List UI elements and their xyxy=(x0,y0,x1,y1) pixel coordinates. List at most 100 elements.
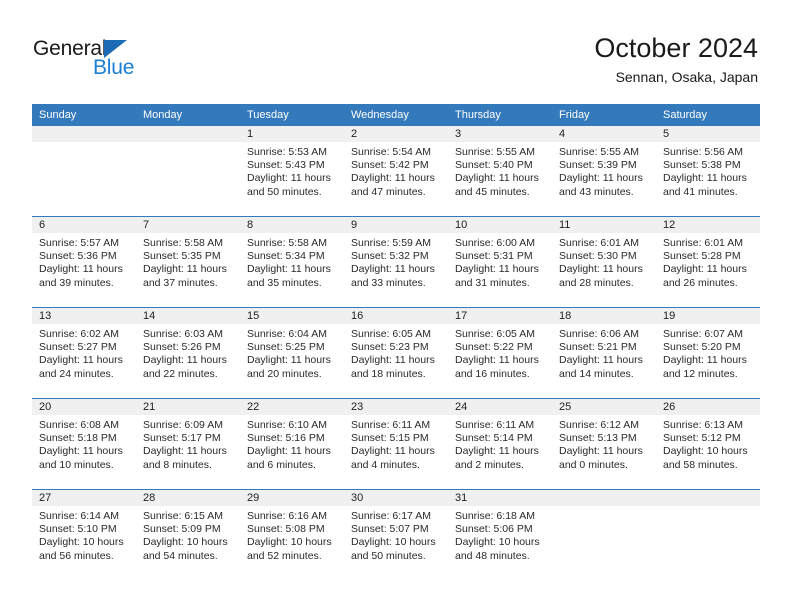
day-cell-5[interactable]: Sunrise: 5:56 AM Sunset: 5:38 PM Daylight:… xyxy=(656,142,760,216)
day-cell-6[interactable]: Sunrise: 5:57 AM Sunset: 5:36 PM Daylight:… xyxy=(32,233,136,307)
day-cell-23[interactable]: Sunrise: 6:11 AM Sunset: 5:15 PM Daylight:… xyxy=(344,415,448,489)
day-detail-line: Sunset: 5:23 PM xyxy=(351,341,429,354)
day-detail-line: Sunrise: 6:08 AM xyxy=(39,419,119,431)
day-number-28[interactable]: 28 xyxy=(136,490,240,506)
day-cell-16[interactable]: Sunrise: 6:05 AM Sunset: 5:23 PM Daylight:… xyxy=(344,324,448,398)
day-cell-28[interactable]: Sunrise: 6:15 AM Sunset: 5:09 PM Daylight:… xyxy=(136,506,240,580)
day-number-18[interactable]: 18 xyxy=(552,308,656,324)
day-detail-line: Sunset: 5:38 PM xyxy=(663,159,741,172)
day-cell-13[interactable]: Sunrise: 6:02 AM Sunset: 5:27 PM Daylight:… xyxy=(32,324,136,398)
day-number-4[interactable]: 4 xyxy=(552,126,656,142)
day-detail-line: and 47 minutes. xyxy=(351,185,426,198)
day-cell-3[interactable]: Sunrise: 5:55 AM Sunset: 5:40 PM Daylight:… xyxy=(448,142,552,216)
day-number-31[interactable]: 31 xyxy=(448,490,552,506)
weekday-header-sunday: Sunday xyxy=(39,109,77,121)
day-number-21[interactable]: 21 xyxy=(136,399,240,415)
day-number-8[interactable]: 8 xyxy=(240,217,344,233)
day-cell-15[interactable]: Sunrise: 6:04 AM Sunset: 5:25 PM Daylight:… xyxy=(240,324,344,398)
calendar-week-row: 1 2 3 4 5 Sunrise: 5:53 AM Sunset: 5:43 PM Dayl… xyxy=(32,126,760,216)
day-detail-line: Sunset: 5:22 PM xyxy=(455,341,533,354)
day-cell-4[interactable]: Sunrise: 5:55 AM Sunset: 5:39 PM Daylight:… xyxy=(552,142,656,216)
day-detail-line: Daylight: 11 hours xyxy=(351,445,435,458)
day-cell-31[interactable]: Sunrise: 6:18 AM Sunset: 5:06 PM Daylight:… xyxy=(448,506,552,580)
day-number-22[interactable]: 22 xyxy=(240,399,344,415)
day-detail-line: Daylight: 10 hours xyxy=(39,536,124,549)
day-cell-7[interactable]: Sunrise: 5:58 AM Sunset: 5:35 PM Daylight:… xyxy=(136,233,240,307)
day-detail-line: Daylight: 11 hours xyxy=(455,172,539,185)
day-number-2[interactable]: 2 xyxy=(344,126,448,142)
day-number-9[interactable]: 9 xyxy=(344,217,448,233)
day-number-12[interactable]: 12 xyxy=(656,217,760,233)
weekday-header-monday: Monday xyxy=(143,109,183,121)
day-cell-27[interactable]: Sunrise: 6:14 AM Sunset: 5:10 PM Daylight:… xyxy=(32,506,136,580)
day-number-20[interactable]: 20 xyxy=(32,399,136,415)
day-number-7[interactable]: 7 xyxy=(136,217,240,233)
day-cell-19[interactable]: Sunrise: 6:07 AM Sunset: 5:20 PM Daylight:… xyxy=(656,324,760,398)
day-detail-line: Daylight: 11 hours xyxy=(455,354,539,367)
day-number-1[interactable]: 1 xyxy=(240,126,344,142)
day-detail-line: Sunrise: 6:11 AM xyxy=(455,419,535,431)
day-detail-line: Sunset: 5:14 PM xyxy=(455,432,533,445)
day-number-30[interactable]: 30 xyxy=(344,490,448,506)
day-cell-12[interactable]: Sunrise: 6:01 AM Sunset: 5:28 PM Daylight:… xyxy=(656,233,760,307)
day-number-empty xyxy=(32,126,136,142)
day-detail-line: Sunset: 5:12 PM xyxy=(663,432,741,445)
day-number-empty xyxy=(552,490,656,506)
day-number-15[interactable]: 15 xyxy=(240,308,344,324)
day-cell-17[interactable]: Sunrise: 6:05 AM Sunset: 5:22 PM Daylight:… xyxy=(448,324,552,398)
day-number-3[interactable]: 3 xyxy=(448,126,552,142)
day-cell-2[interactable]: Sunrise: 5:54 AM Sunset: 5:42 PM Daylight:… xyxy=(344,142,448,216)
day-detail-line: Sunrise: 6:06 AM xyxy=(559,328,639,340)
day-cell-30[interactable]: Sunrise: 6:17 AM Sunset: 5:07 PM Daylight:… xyxy=(344,506,448,580)
day-number-11[interactable]: 11 xyxy=(552,217,656,233)
day-cell-25[interactable]: Sunrise: 6:12 AM Sunset: 5:13 PM Daylight:… xyxy=(552,415,656,489)
day-detail-line: and 4 minutes. xyxy=(351,458,420,471)
day-number-19[interactable]: 19 xyxy=(656,308,760,324)
day-number-10[interactable]: 10 xyxy=(448,217,552,233)
logo-text-blue: Blue xyxy=(93,56,135,79)
day-number-26[interactable]: 26 xyxy=(656,399,760,415)
day-cell-11[interactable]: Sunrise: 6:01 AM Sunset: 5:30 PM Daylight:… xyxy=(552,233,656,307)
calendar-week-row: 27 28 29 30 31 Sunrise: 6:14 AM Sunset: 5:10 P… xyxy=(32,489,760,580)
calendar-week-row: 13 14 15 16 17 18 19 Sunrise: 6:02 AM Sunset: 5:… xyxy=(32,307,760,398)
day-cell-21[interactable]: Sunrise: 6:09 AM Sunset: 5:17 PM Daylight:… xyxy=(136,415,240,489)
day-detail-line: and 48 minutes. xyxy=(455,549,530,562)
day-detail-line: Sunset: 5:13 PM xyxy=(559,432,637,445)
day-cell-9[interactable]: Sunrise: 5:59 AM Sunset: 5:32 PM Daylight:… xyxy=(344,233,448,307)
day-cell-29[interactable]: Sunrise: 6:16 AM Sunset: 5:08 PM Daylight:… xyxy=(240,506,344,580)
day-detail-line: and 43 minutes. xyxy=(559,185,634,198)
day-detail-line: Daylight: 11 hours xyxy=(351,172,435,185)
day-number-13[interactable]: 13 xyxy=(32,308,136,324)
day-detail-line: Daylight: 11 hours xyxy=(455,263,539,276)
day-detail-line: Sunrise: 6:11 AM xyxy=(351,419,431,431)
day-cell-14[interactable]: Sunrise: 6:03 AM Sunset: 5:26 PM Daylight:… xyxy=(136,324,240,398)
day-cell-26[interactable]: Sunrise: 6:13 AM Sunset: 5:12 PM Daylight:… xyxy=(656,415,760,489)
day-number-17[interactable]: 17 xyxy=(448,308,552,324)
day-number-23[interactable]: 23 xyxy=(344,399,448,415)
day-detail-line: Sunrise: 5:53 AM xyxy=(247,146,327,158)
day-number-16[interactable]: 16 xyxy=(344,308,448,324)
day-detail-line: Sunrise: 6:07 AM xyxy=(663,328,743,340)
day-detail-line: Sunrise: 6:00 AM xyxy=(455,237,535,249)
day-detail-line: Daylight: 11 hours xyxy=(455,445,539,458)
day-detail-band: Sunrise: 5:53 AM Sunset: 5:43 PM Daylight:… xyxy=(32,142,760,216)
weekday-header-friday: Friday xyxy=(559,109,590,121)
day-cell-22[interactable]: Sunrise: 6:10 AM Sunset: 5:16 PM Daylight:… xyxy=(240,415,344,489)
day-cell-20[interactable]: Sunrise: 6:08 AM Sunset: 5:18 PM Daylight:… xyxy=(32,415,136,489)
day-number-14[interactable]: 14 xyxy=(136,308,240,324)
day-detail-line: and 8 minutes. xyxy=(143,458,212,471)
day-cell-24[interactable]: Sunrise: 6:11 AM Sunset: 5:14 PM Daylight:… xyxy=(448,415,552,489)
day-cell-1[interactable]: Sunrise: 5:53 AM Sunset: 5:43 PM Daylight:… xyxy=(240,142,344,216)
day-detail-line: Sunset: 5:20 PM xyxy=(663,341,741,354)
day-cell-18[interactable]: Sunrise: 6:06 AM Sunset: 5:21 PM Daylight:… xyxy=(552,324,656,398)
day-number-5[interactable]: 5 xyxy=(656,126,760,142)
day-number-24[interactable]: 24 xyxy=(448,399,552,415)
day-cell-8[interactable]: Sunrise: 5:58 AM Sunset: 5:34 PM Daylight:… xyxy=(240,233,344,307)
day-cell-10[interactable]: Sunrise: 6:00 AM Sunset: 5:31 PM Daylight:… xyxy=(448,233,552,307)
day-number-29[interactable]: 29 xyxy=(240,490,344,506)
day-number-27[interactable]: 27 xyxy=(32,490,136,506)
day-number-25[interactable]: 25 xyxy=(552,399,656,415)
day-detail-line: Daylight: 10 hours xyxy=(455,536,540,549)
day-number-6[interactable]: 6 xyxy=(32,217,136,233)
day-detail-band: Sunrise: 5:57 AM Sunset: 5:36 PM Daylight:… xyxy=(32,233,760,307)
